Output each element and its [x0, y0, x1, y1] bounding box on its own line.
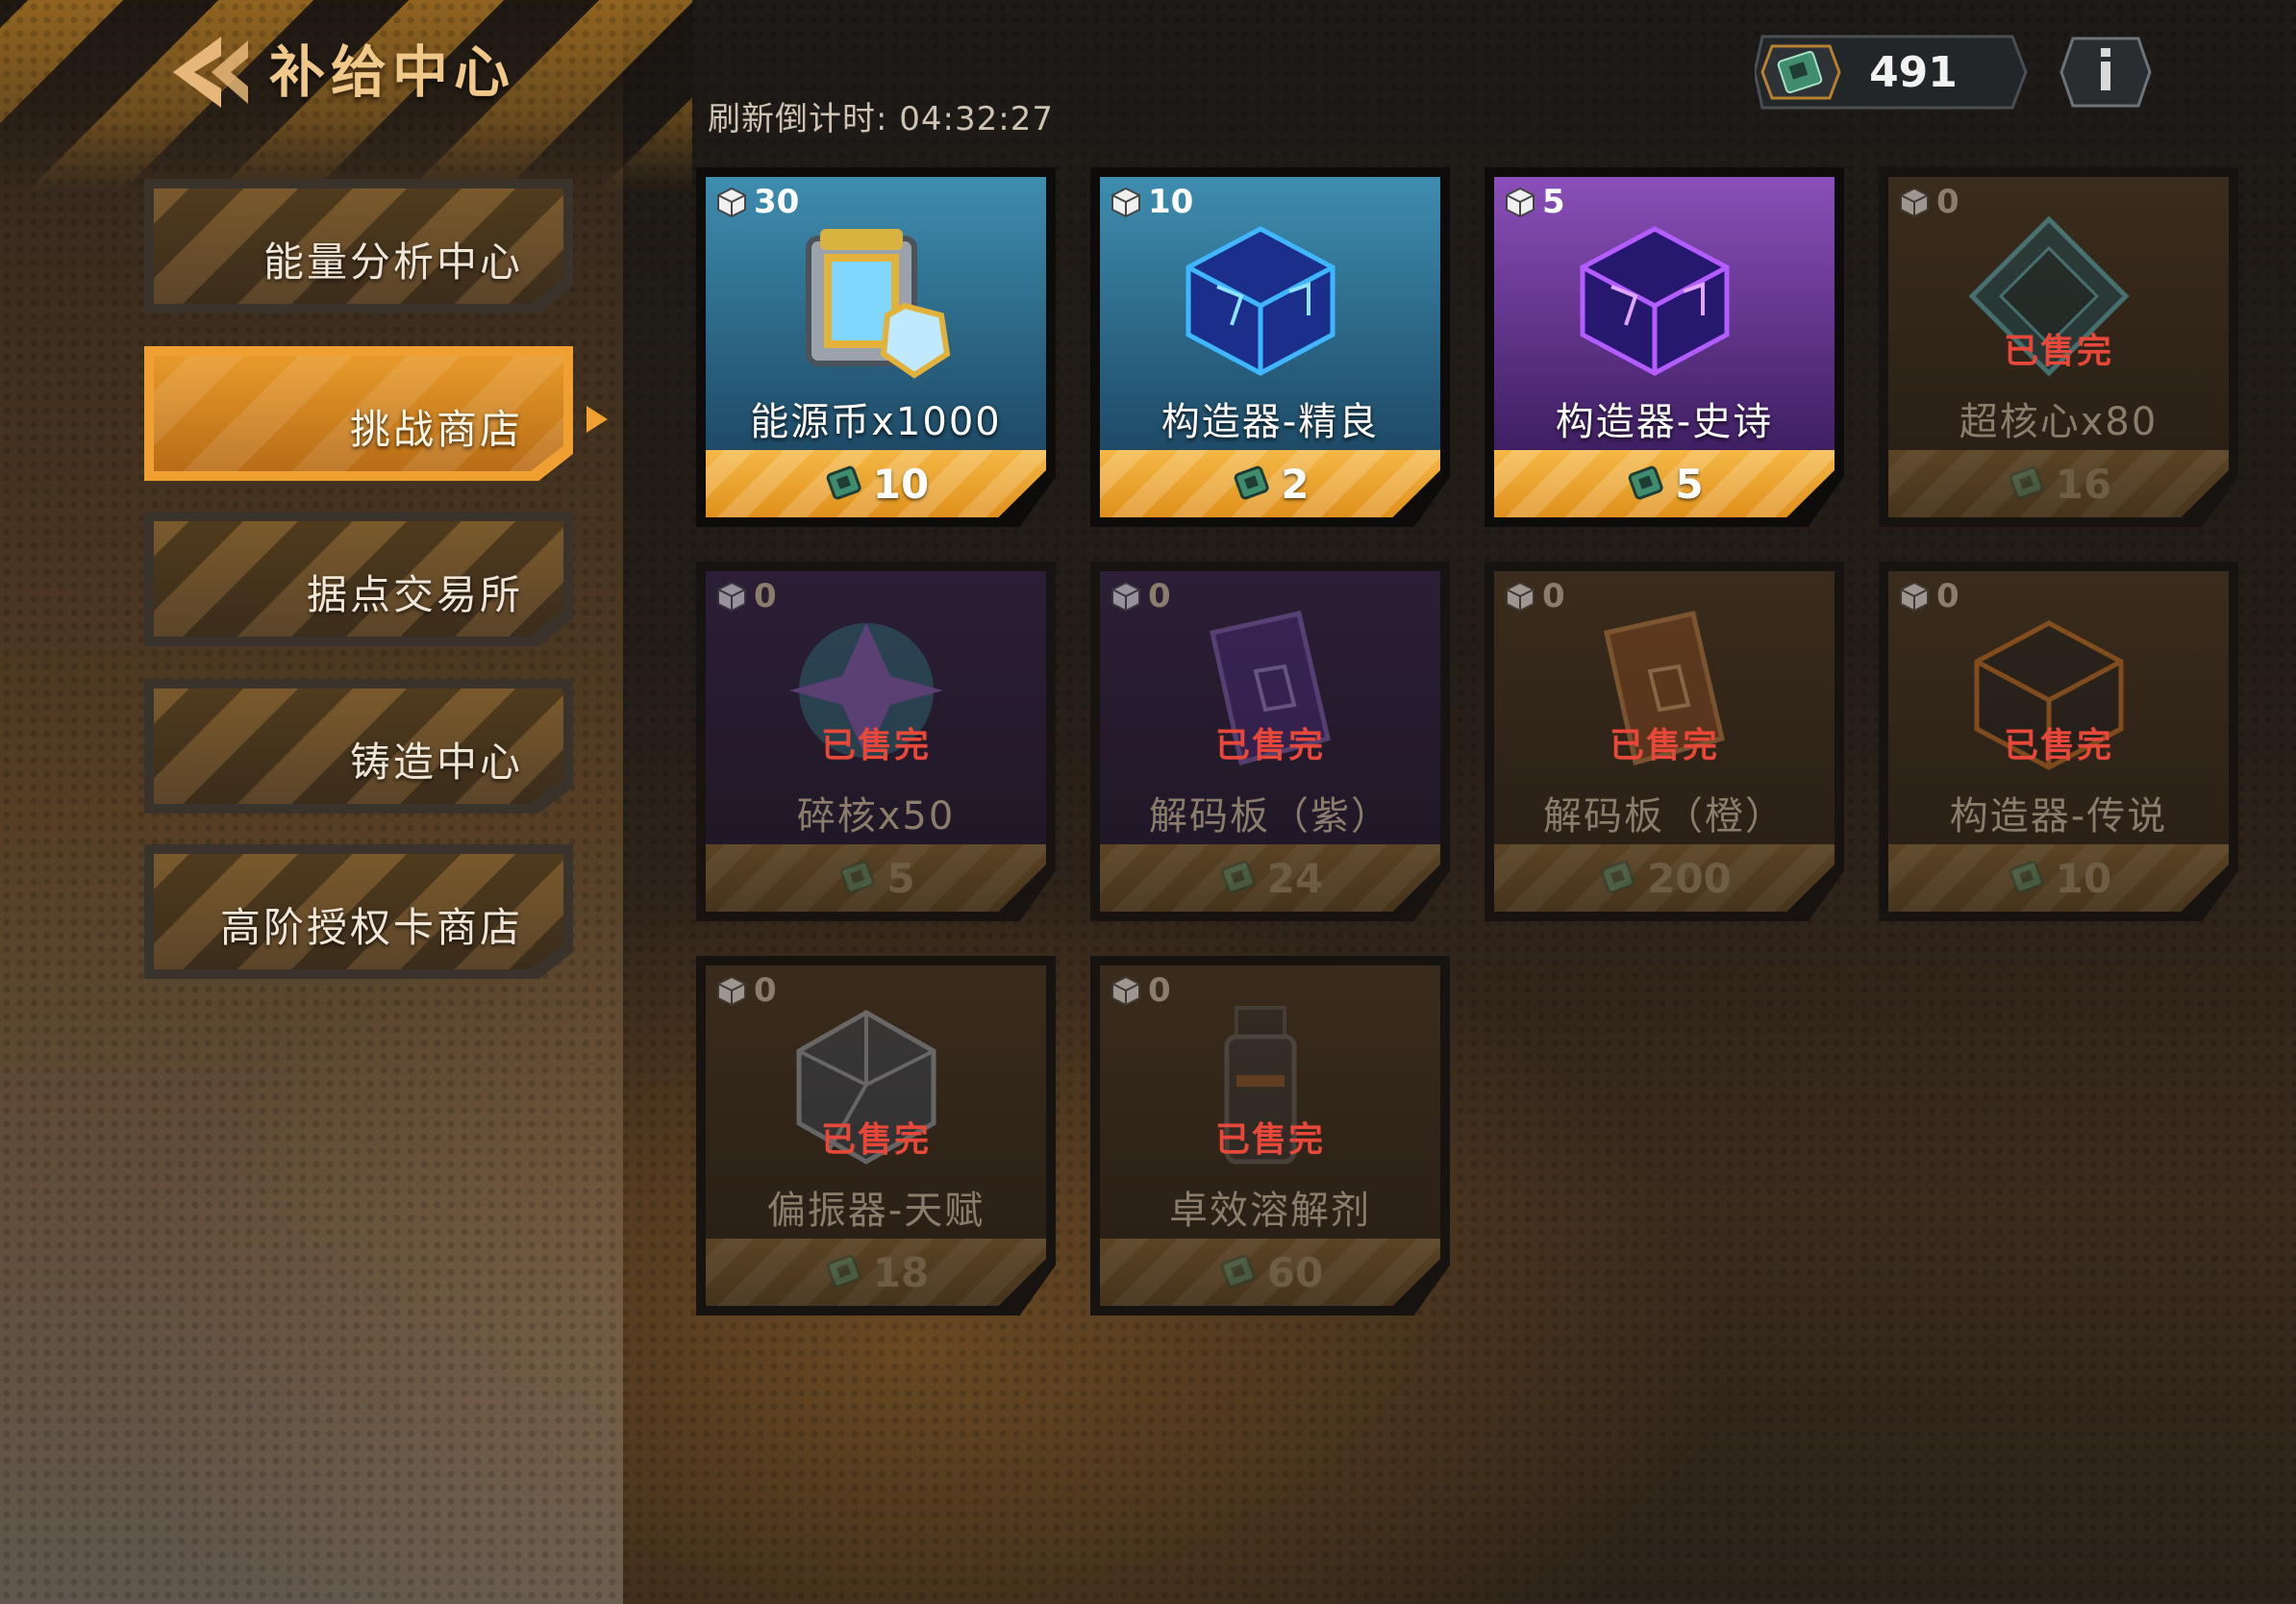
item-name: 碎核x50	[796, 794, 956, 839]
item-name: 构造器-史诗	[1555, 400, 1774, 444]
active-indicator-arrow	[586, 406, 608, 433]
item-name: 构造器-传说	[1949, 794, 2168, 839]
item-name: 构造器-精良	[1160, 400, 1380, 444]
box-icon	[1506, 581, 1535, 613]
sidebar-item-label: 铸造中心	[349, 739, 523, 786]
item-price: 5	[1494, 456, 1834, 512]
sold-out-label: 已售完	[2003, 726, 2113, 765]
item-price: 5	[706, 850, 1046, 906]
chip-currency-icon	[826, 465, 861, 500]
item-price: 16	[1888, 456, 2229, 512]
stock-count: 0	[715, 575, 777, 617]
item-name: 能源币x1000	[750, 400, 1002, 444]
stock-count: 30	[715, 181, 799, 223]
shop-item-card[interactable]: 0 已售完 偏振器-天赋 18	[696, 956, 1056, 1316]
stock-count: 0	[1898, 575, 1959, 617]
sidebar-item-challenge-shop[interactable]: 挑战商店	[144, 346, 573, 481]
chip-currency-icon	[2009, 860, 2044, 894]
sidebar-item-stronghold-exchange[interactable]: 据点交易所	[144, 512, 573, 646]
box-icon	[717, 581, 746, 613]
chip-currency-icon	[840, 860, 876, 894]
shop-item-card[interactable]: 10 构造器-精良 2	[1090, 167, 1450, 527]
box-icon	[1111, 581, 1140, 613]
sold-out-label: 已售完	[1609, 726, 1719, 765]
sidebar-item-label: 高阶授权卡商店	[219, 904, 523, 951]
page-title: 补给中心	[269, 39, 516, 105]
box-icon	[717, 187, 746, 218]
item-price: 200	[1494, 850, 1834, 906]
refresh-countdown: 刷新倒计时: 04:32:27	[708, 100, 1054, 138]
item-price: 10	[706, 456, 1046, 512]
sold-out-label: 已售完	[820, 726, 931, 765]
shop-item-card[interactable]: 0 已售完 超核心x80 16	[1879, 167, 2238, 527]
stock-count: 0	[1898, 181, 1959, 223]
stock-count: 5	[1504, 181, 1565, 223]
box-icon	[1111, 187, 1140, 218]
constructor-blue-icon	[1185, 226, 1335, 376]
currency-value: 491	[1869, 48, 1958, 97]
constructor-purple-icon	[1580, 226, 1730, 376]
sidebar-item-label: 能量分析中心	[262, 238, 523, 286]
box-icon	[1506, 187, 1535, 218]
shop-item-card[interactable]: 0 已售完 碎核x50 5	[696, 562, 1056, 921]
chip-currency-icon	[826, 1254, 861, 1289]
sidebar-item-advanced-card-shop[interactable]: 高阶授权卡商店	[144, 844, 573, 979]
item-name: 超核心x80	[1959, 400, 2159, 444]
sidebar-item-forge-center[interactable]: 铸造中心	[144, 679, 573, 814]
item-price: 60	[1100, 1244, 1440, 1300]
item-name: 解码板（紫）	[1149, 794, 1391, 839]
shop-item-card[interactable]: 0 已售完 构造器-传说 10	[1879, 562, 2238, 921]
info-icon[interactable]	[2059, 33, 2152, 112]
shop-item-card[interactable]: 0 已售完 解码板（紫） 24	[1090, 562, 1450, 921]
item-price: 24	[1100, 850, 1440, 906]
stock-count: 10	[1110, 181, 1193, 223]
box-icon	[1111, 975, 1140, 1007]
shop-item-card[interactable]: 30 能源币x1000 10	[696, 167, 1056, 527]
stock-count: 0	[1110, 969, 1171, 1012]
energy-coin-icon	[806, 229, 951, 379]
sold-out-label: 已售完	[1214, 726, 1325, 765]
sold-out-label: 已售完	[820, 1120, 931, 1160]
shop-item-card[interactable]: 5 构造器-史诗 5	[1485, 167, 1844, 527]
item-price: 10	[1888, 850, 2229, 906]
stock-count: 0	[1110, 575, 1171, 617]
chip-currency-icon	[1220, 860, 1256, 894]
item-price: 18	[706, 1244, 1046, 1300]
back-arrow-icon[interactable]	[154, 29, 260, 115]
item-price: 2	[1100, 456, 1440, 512]
shop-item-card[interactable]: 0 已售完 解码板（橙） 200	[1485, 562, 1844, 921]
chip-currency-icon	[1600, 860, 1635, 894]
item-name: 解码板（橙）	[1543, 794, 1785, 839]
chip-currency-icon	[2009, 465, 2044, 500]
sidebar-item-energy-analysis[interactable]: 能量分析中心	[144, 179, 573, 313]
chip-currency-icon	[1220, 1254, 1256, 1289]
sold-out-label: 已售完	[2003, 332, 2113, 371]
item-name: 偏振器-天赋	[766, 1189, 986, 1233]
chip-currency-icon	[1235, 465, 1270, 500]
sidebar-item-label: 挑战商店	[349, 406, 523, 453]
box-icon	[1900, 581, 1929, 613]
box-icon	[717, 975, 746, 1007]
box-icon	[1900, 187, 1929, 218]
sold-out-label: 已售完	[1214, 1120, 1325, 1160]
stock-count: 0	[715, 969, 777, 1012]
shop-item-card[interactable]: 0 已售完 卓效溶解剂 60	[1090, 956, 1450, 1316]
chip-currency-icon	[1629, 465, 1664, 500]
item-name: 卓效溶解剂	[1169, 1189, 1371, 1233]
sidebar-item-label: 据点交易所	[306, 571, 523, 618]
stock-count: 0	[1504, 575, 1565, 617]
